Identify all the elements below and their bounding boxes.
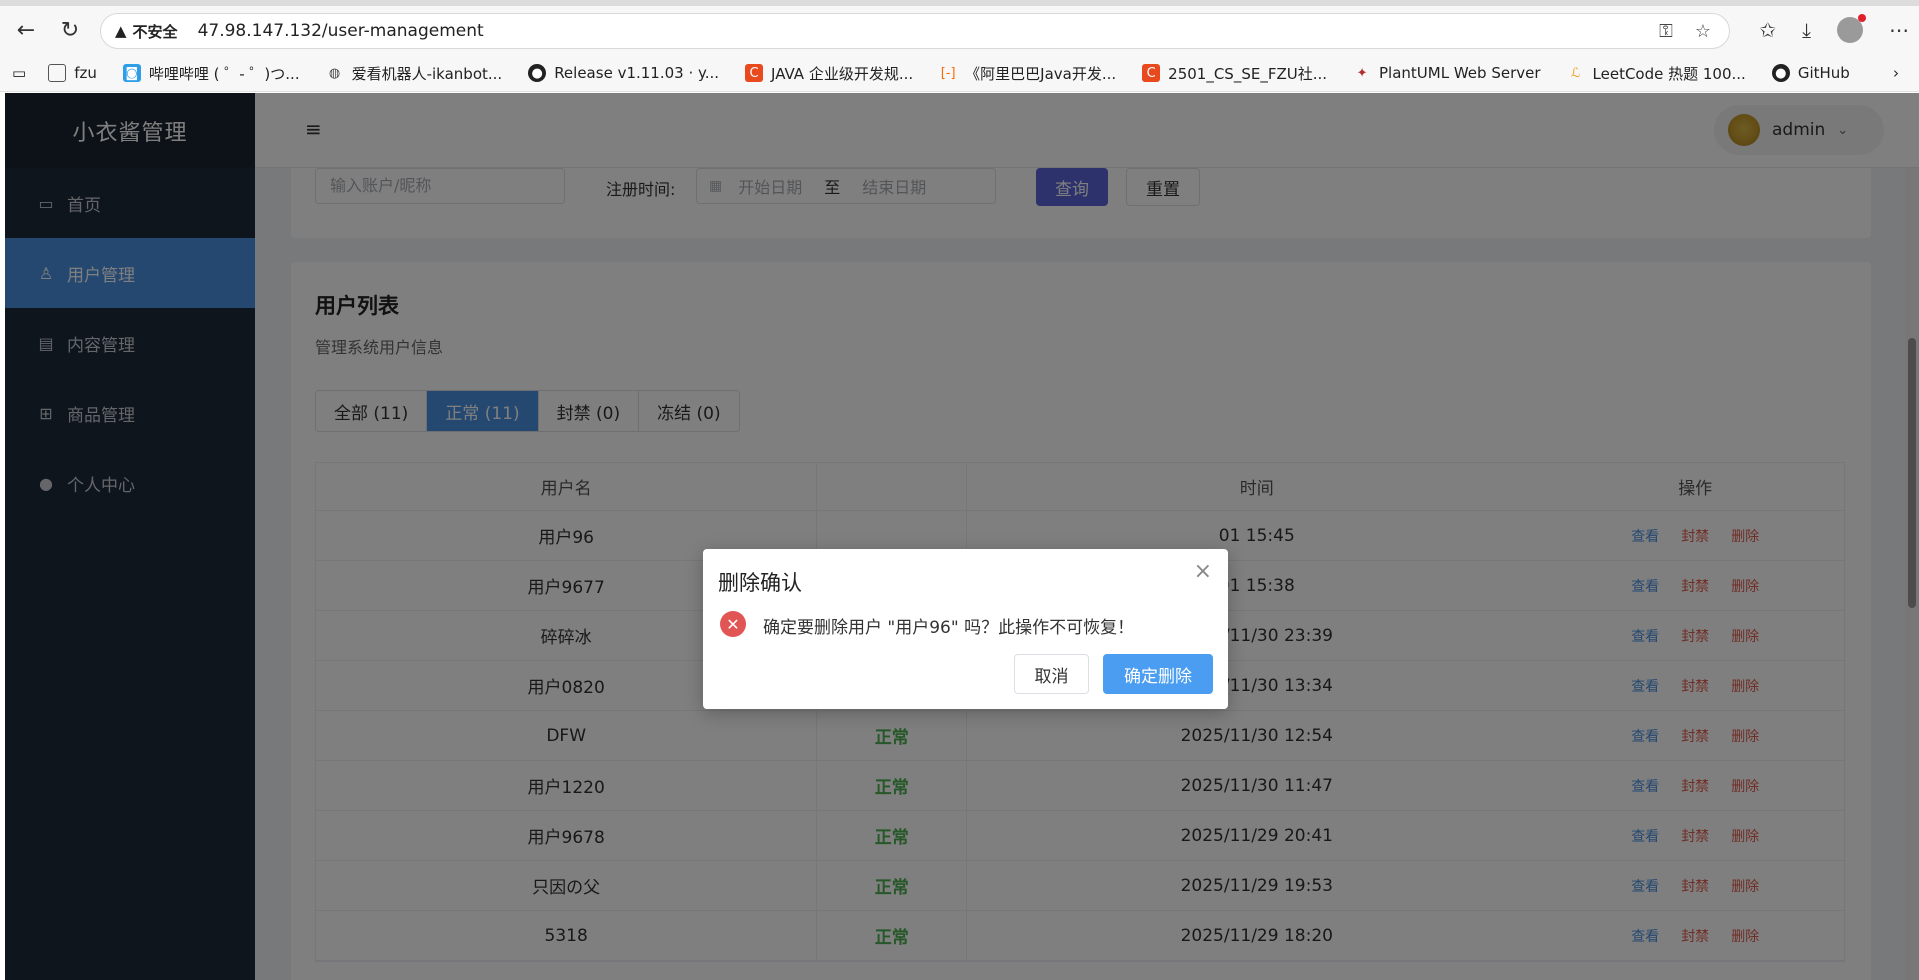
more-icon[interactable]: ⋯ xyxy=(1889,18,1909,42)
bookmark-item[interactable]: ● Release v1.11.03 · y... xyxy=(528,64,719,82)
aliyun-icon: [-] xyxy=(940,65,956,81)
plantuml-icon: ✦ xyxy=(1356,65,1368,81)
warning-icon: ▲ xyxy=(115,22,127,40)
back-icon[interactable]: ← xyxy=(8,10,44,50)
star-icon[interactable]: ☆ xyxy=(1695,21,1711,42)
confirm-delete-button[interactable]: 确定删除 xyxy=(1103,654,1213,694)
bookmark-item[interactable]: ✦ PlantUML Web Server xyxy=(1353,64,1541,82)
modal-overlay[interactable] xyxy=(5,93,1919,980)
nav-row: ← ↻ ▲ 不安全 47.98.147.132/user-management … xyxy=(0,10,1919,50)
bookmark-item[interactable]: ◙ 哔哩哔哩 ( ゜- ゜)つ... xyxy=(122,63,300,84)
bookmark-item[interactable]: ℒ LeetCode 热题 100... xyxy=(1567,63,1746,84)
close-icon[interactable]: × xyxy=(1194,559,1212,584)
dialog-message: 确定要删除用户 "用户96" 吗？此操作不可恢复！ xyxy=(763,618,1135,638)
bookmark-item[interactable]: C 2501_CS_SE_FZU社... xyxy=(1142,63,1327,84)
download-icon[interactable]: ⤓ xyxy=(1802,18,1811,42)
csdn-icon: C xyxy=(745,64,764,82)
bookmarks-bar: ▭ fzu ◙ 哔哩哔哩 ( ゜- ゜)つ... ◍ 爱看机器人-ikanbot..… xyxy=(0,58,1919,88)
github-icon: ● xyxy=(1771,64,1790,82)
bookmark-item[interactable]: C JAVA 企业级开发规... xyxy=(745,63,913,84)
delete-confirm-dialog: 删除确认 × ✕ 确定要删除用户 "用户96" 吗？此操作不可恢复！ 取消 确定… xyxy=(703,549,1228,709)
favorites-icon[interactable]: ✩ xyxy=(1759,18,1776,42)
key-icon[interactable]: ⚿ xyxy=(1659,21,1673,42)
globe-icon: ◍ xyxy=(328,65,341,81)
address-bar[interactable]: ▲ 不安全 47.98.147.132/user-management ⚿ ☆ xyxy=(100,13,1730,49)
security-label: 不安全 xyxy=(132,22,178,41)
bookmark-item[interactable]: [-] 《阿里巴巴Java开发... xyxy=(939,63,1116,84)
browser-chrome: ← ↻ ▲ 不安全 47.98.147.132/user-management … xyxy=(0,0,1919,92)
bookmarks-more-icon[interactable]: › xyxy=(1893,64,1899,82)
dialog-title: 删除确认 xyxy=(718,571,802,595)
bookmark-item[interactable]: ● GitHub xyxy=(1771,64,1850,82)
url-text[interactable]: 47.98.147.132/user-management xyxy=(198,21,484,41)
profile-avatar-icon[interactable] xyxy=(1837,14,1866,43)
tab-strip xyxy=(0,0,1919,6)
bilibili-icon: ◙ xyxy=(122,64,141,82)
error-icon: ✕ xyxy=(720,611,746,637)
reload-icon[interactable]: ↻ xyxy=(52,10,88,50)
bookmark-item[interactable]: fzu xyxy=(48,64,97,82)
cancel-button[interactable]: 取消 xyxy=(1014,654,1089,694)
app-root: 小衣酱管理 ▭首页 ♙用户管理 ▤内容管理 ⊞商品管理 ●个人中心 ≡ admi… xyxy=(5,93,1919,980)
github-icon: ● xyxy=(528,64,547,82)
bookmark-item[interactable]: ◍ 爱看机器人-ikanbot... xyxy=(326,63,502,84)
csdn-icon: C xyxy=(1142,64,1161,82)
tab-actions-icon[interactable]: ▭ xyxy=(12,64,26,82)
leetcode-icon: ℒ xyxy=(1570,65,1581,81)
folder-icon xyxy=(48,64,67,82)
